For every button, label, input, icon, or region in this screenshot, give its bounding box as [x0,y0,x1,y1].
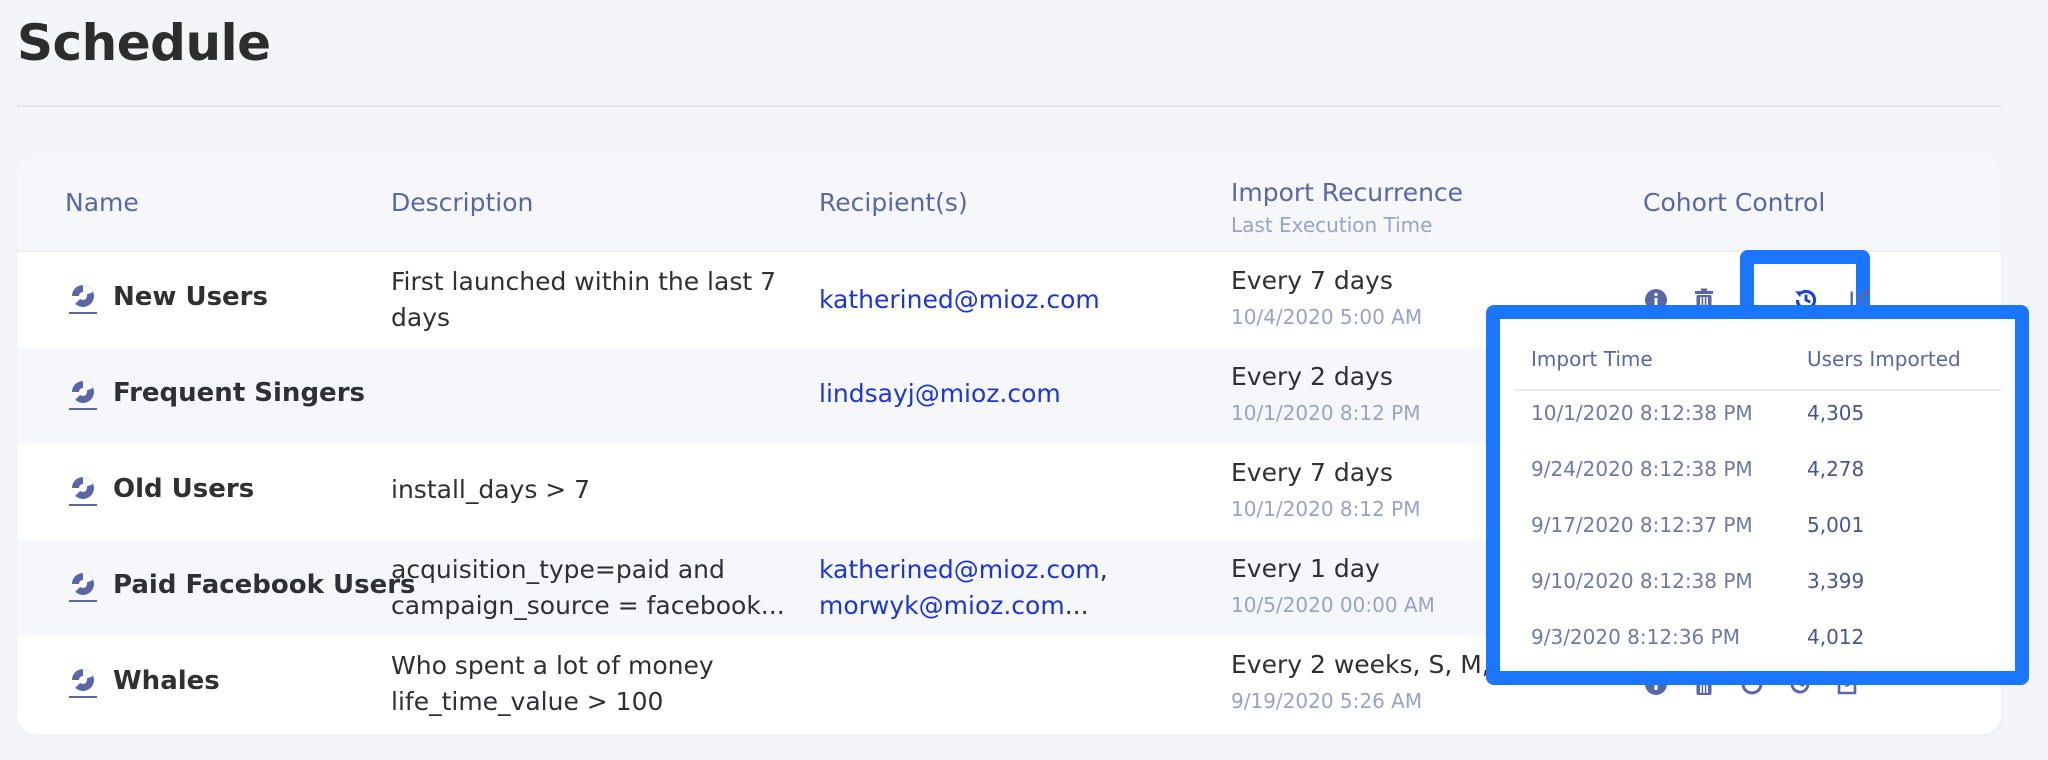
last-execution-time: 10/1/2020 8:12 PM [1231,497,1421,521]
description-line: campaign_source = facebook... [391,591,785,620]
cohort-name[interactable]: Frequent Singers [113,378,365,408]
description-line: acquisition_type=paid and [391,555,725,584]
last-execution-time: 10/5/2020 00:00 AM [1231,593,1435,617]
list-item: 9/24/2020 8:12:38 PM 4,278 [1500,457,2015,513]
header-description: Description [391,188,534,217]
recipient-link[interactable]: morwyk@mioz.com [819,591,1065,620]
table-header: Name Description Recipient(s) Import Rec… [17,156,2001,252]
import-time: 9/3/2020 8:12:36 PM [1531,625,1740,649]
recipient-more: ... [1064,591,1089,620]
header-users-imported: Users Imported [1807,347,1961,371]
import-history-popover: Import Time Users Imported 10/1/2020 8:1… [1486,305,2029,685]
import-time: 9/10/2020 8:12:38 PM [1531,569,1753,593]
list-item: 10/1/2020 8:12:38 PM 4,305 [1500,401,2015,457]
recipient-link[interactable]: katherined@mioz.com [819,282,1100,318]
page-title: Schedule [17,14,271,72]
header-name[interactable]: Name [65,188,139,217]
cohort-name[interactable]: Whales [113,666,220,696]
users-imported: 4,305 [1807,401,1865,425]
cohort-name[interactable]: New Users [113,282,268,312]
recipient-link[interactable]: lindsayj@mioz.com [819,376,1061,412]
title-divider [17,105,2001,107]
list-item: 9/10/2020 8:12:38 PM 3,399 [1500,569,2015,625]
cohort-description: acquisition_type=paid and campaign_sourc… [391,552,785,624]
cohort-name[interactable]: Paid Facebook Users [113,570,416,600]
header-recurrence-sub: Last Execution Time [1231,213,1433,237]
header-import-time: Import Time [1531,347,1653,371]
users-imported: 5,001 [1807,513,1865,537]
recipient-list: katherined@mioz.com, morwyk@mioz.com... [819,552,1108,624]
list-item: 9/17/2020 8:12:37 PM 5,001 [1500,513,2015,569]
recurrence-value: Every 7 days [1231,266,1393,295]
recurrence-value: Every 2 days [1231,362,1393,391]
recipient-link[interactable]: katherined@mioz.com [819,555,1100,584]
cohort-icon [69,669,97,698]
description-line: First launched within the last 7 [391,267,776,296]
description-line: life_time_value > 100 [391,687,664,716]
users-imported: 3,399 [1807,569,1865,593]
cohort-description: Who spent a lot of money life_time_value… [391,648,714,720]
cohort-description: install_days > 7 [391,475,591,504]
import-time: 9/24/2020 8:12:38 PM [1531,457,1753,481]
recurrence-value: Every 7 days [1231,458,1393,487]
list-item: 9/3/2020 8:12:36 PM 4,012 [1500,625,2015,681]
cohort-icon [69,477,97,506]
cohort-icon [69,285,97,314]
import-time: 10/1/2020 8:12:38 PM [1531,401,1753,425]
users-imported: 4,012 [1807,625,1865,649]
popover-header: Import Time Users Imported [1514,319,2001,391]
cohort-description: First launched within the last 7 days [391,264,776,336]
users-imported: 4,278 [1807,457,1865,481]
recurrence-value: Every 2 weeks, S, M, T [1231,650,1513,679]
cohort-icon [69,381,97,410]
header-cohort-control: Cohort Control [1643,188,1826,217]
schedule-page: Schedule Name Description Recipient(s) I… [0,0,2048,760]
header-recurrence[interactable]: Import Recurrence [1231,178,1463,207]
recipient-separator: , [1099,555,1108,584]
last-execution-time: 9/19/2020 5:26 AM [1231,689,1423,713]
cohort-icon [69,573,97,602]
last-execution-time: 10/4/2020 5:00 AM [1231,305,1423,329]
header-recipients: Recipient(s) [819,188,968,217]
last-execution-time: 10/1/2020 8:12 PM [1231,401,1421,425]
cohort-name[interactable]: Old Users [113,474,254,504]
recurrence-value: Every 1 day [1231,554,1380,583]
import-time: 9/17/2020 8:12:37 PM [1531,513,1753,537]
description-line: Who spent a lot of money [391,651,714,680]
description-line: days [391,303,451,332]
